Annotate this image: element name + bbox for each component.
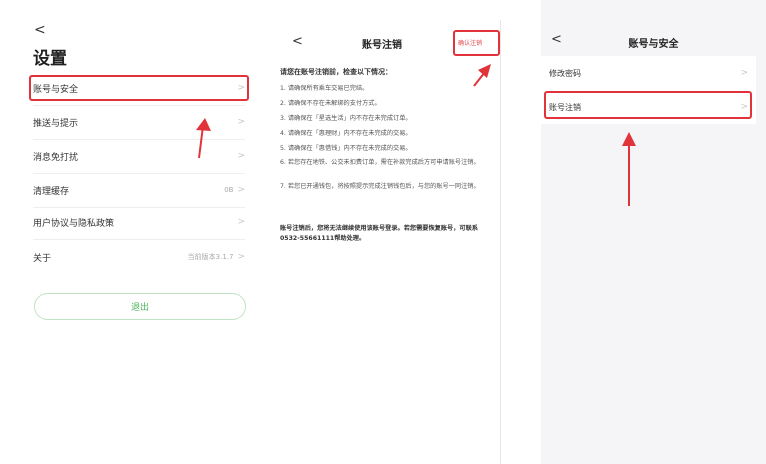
arrow-icon bbox=[622, 132, 636, 206]
arrow-icon bbox=[196, 118, 211, 159]
annotation-arrows bbox=[196, 64, 636, 206]
arrow-icon bbox=[473, 64, 491, 87]
